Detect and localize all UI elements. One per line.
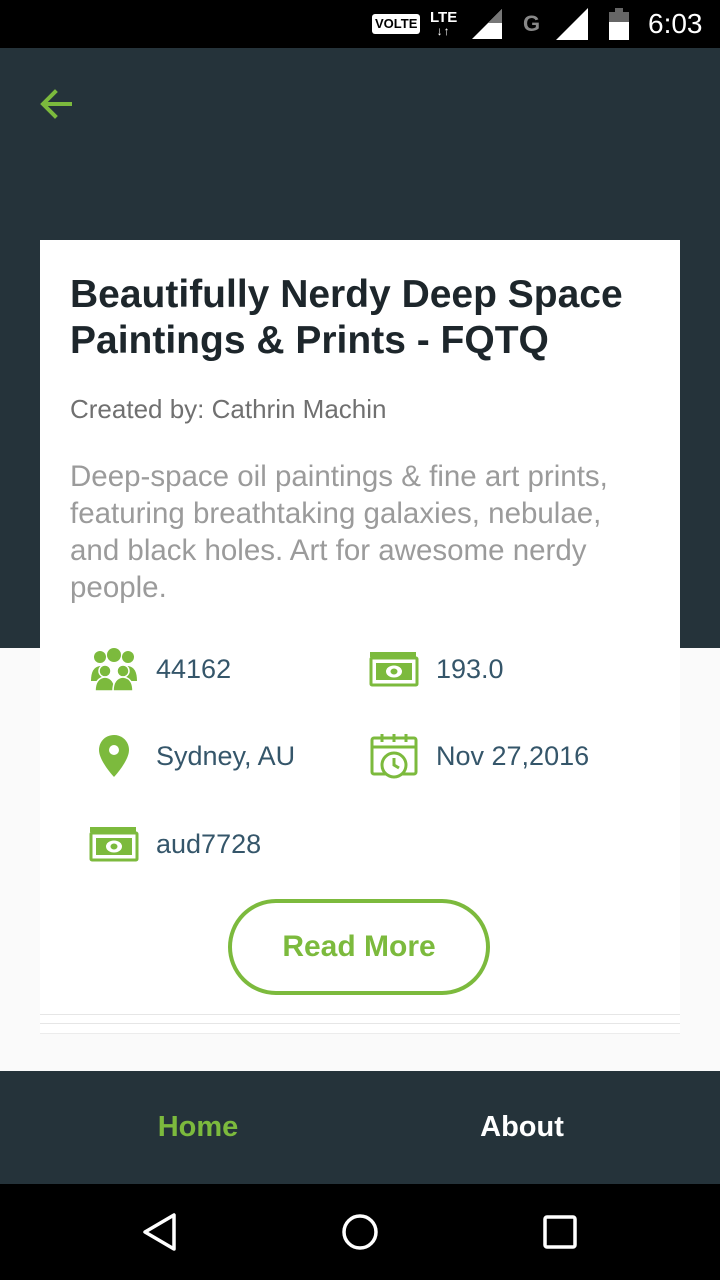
stat-pledged: 193.0 — [368, 645, 504, 693]
system-home-button[interactable] — [336, 1208, 384, 1256]
square-recents-icon — [543, 1215, 577, 1249]
system-recents-button[interactable] — [536, 1208, 584, 1256]
arrow-left-icon — [40, 89, 72, 119]
project-card: Beautifully Nerdy Deep Space Paintings &… — [40, 240, 680, 1014]
triangle-back-icon — [143, 1213, 176, 1251]
stat-currency: aud7728 — [88, 820, 261, 868]
signal-icon — [556, 0, 588, 48]
nav-home[interactable]: Home — [96, 1071, 300, 1184]
currency-text: aud7728 — [156, 828, 262, 859]
system-nav-bar — [0, 1184, 720, 1280]
date-text: Nov 27,2016 — [436, 740, 590, 771]
people-group-icon — [88, 645, 140, 693]
calendar-clock-icon — [368, 732, 420, 780]
project-title: Beautifully Nerdy Deep Space Paintings &… — [70, 273, 623, 362]
card-divider — [40, 1024, 680, 1034]
circle-home-icon — [342, 1214, 378, 1250]
money-icon — [368, 645, 420, 693]
pledged-amount: 193.0 — [436, 653, 504, 684]
bottom-nav: Home About — [0, 1071, 720, 1184]
stat-location: Sydney, AU — [88, 732, 295, 780]
volte-badge: VOLTE — [372, 0, 421, 48]
status-bar: VOLTE LTE ↓↑ G 6:03 — [0, 0, 720, 48]
card-divider — [40, 1014, 680, 1024]
backers-count: 44162 — [156, 653, 232, 684]
project-creator: Created by: Cathrin Machin — [70, 394, 387, 424]
g-network-icon: G — [523, 11, 541, 36]
back-button[interactable] — [34, 82, 78, 126]
project-description: Deep-space oil paintings & fine art prin… — [70, 460, 608, 604]
read-more-button[interactable]: Read More — [228, 899, 490, 995]
nav-about[interactable]: About — [420, 1071, 624, 1184]
battery-icon — [609, 0, 629, 48]
money-icon — [88, 820, 140, 868]
map-pin-icon — [88, 732, 140, 780]
stat-date: Nov 27,2016 — [368, 732, 589, 780]
clock: 6:03 — [648, 8, 703, 39]
lte-icon: LTE ↓↑ — [430, 9, 458, 38]
signal-icon — [472, 0, 502, 48]
location-text: Sydney, AU — [156, 740, 296, 771]
stat-backers: 44162 — [88, 645, 231, 693]
system-back-button[interactable] — [136, 1208, 184, 1256]
